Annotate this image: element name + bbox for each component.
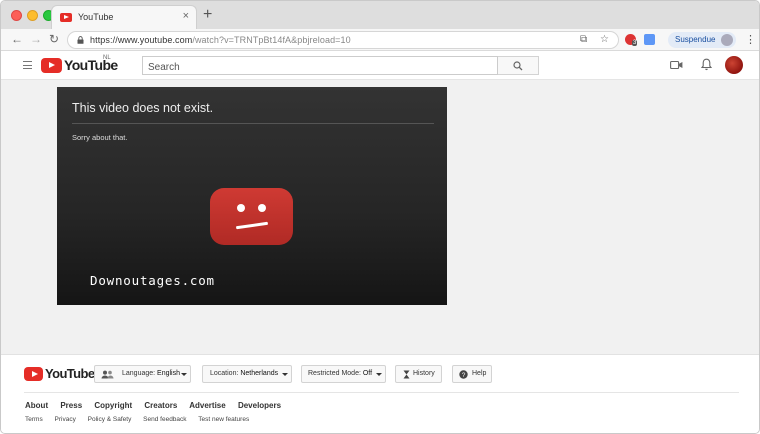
sad-tv-left-eye — [237, 204, 245, 212]
new-tab-button[interactable]: + — [203, 6, 212, 24]
search-field-wrapper — [142, 56, 498, 76]
language-button[interactable]: Language: English — [94, 365, 191, 383]
error-subtitle: Sorry about that. — [72, 133, 128, 142]
browser-menu-icon[interactable]: ⋮ — [745, 33, 756, 46]
youtube-footer: YouTube Language: English Location: Neth… — [1, 354, 759, 433]
footer-primary-links: About Press Copyright Creators Advertise… — [25, 401, 291, 410]
address-bar[interactable]: https://www.youtube.com/watch?v=TRNTpBt1… — [67, 31, 619, 49]
tab-strip: YouTube × + — [1, 1, 759, 29]
footer-link-about[interactable]: About — [25, 401, 48, 410]
location-button[interactable]: Location: Netherlands — [202, 365, 292, 383]
footer-divider — [24, 392, 739, 393]
footer-link-creators[interactable]: Creators — [144, 401, 177, 410]
footer-link-press[interactable]: Press — [60, 401, 82, 410]
history-button[interactable]: History — [395, 365, 442, 383]
restricted-mode-caret-icon — [376, 373, 382, 376]
language-caret-icon — [181, 373, 187, 376]
restricted-mode-label: Restricted Mode: Off — [308, 370, 373, 377]
search-icon — [513, 61, 523, 71]
svg-text:?: ? — [462, 372, 466, 379]
help-question-icon: ? — [459, 370, 468, 379]
footer-secondary-links: Terms Privacy Policy & Safety Send feedb… — [25, 416, 259, 423]
youtube-play-logo-icon — [41, 58, 62, 73]
location-label: Location: Netherlands — [210, 370, 279, 377]
footer-link-terms[interactable]: Terms — [25, 416, 43, 423]
main-content: This video does not exist. Sorry about t… — [1, 80, 759, 354]
sad-tv-error-icon — [210, 188, 293, 245]
language-people-icon — [101, 370, 114, 379]
user-avatar[interactable] — [725, 56, 743, 74]
hourglass-icon — [403, 370, 410, 379]
notifications-bell-icon[interactable] — [701, 58, 712, 71]
footer-link-send-feedback[interactable]: Send feedback — [143, 416, 186, 423]
restricted-mode-button[interactable]: Restricted Mode: Off — [301, 365, 386, 383]
error-title: This video does not exist. — [72, 101, 214, 115]
youtube-favicon-icon — [60, 13, 72, 22]
search-input[interactable] — [143, 59, 497, 76]
region-code: NL — [103, 55, 111, 61]
footer-link-advertise[interactable]: Advertise — [189, 401, 225, 410]
footer-youtube-play-logo-icon — [24, 367, 43, 381]
footer-link-privacy[interactable]: Privacy — [55, 416, 76, 423]
tab-title: YouTube — [78, 12, 114, 22]
location-caret-icon — [282, 373, 288, 376]
tab-youtube[interactable]: YouTube × — [51, 5, 197, 29]
help-label: Help — [472, 370, 487, 377]
history-label: History — [413, 370, 435, 377]
profile-label: Suspendue — [675, 35, 716, 44]
close-window-button[interactable] — [11, 10, 22, 21]
search-button[interactable] — [498, 56, 539, 75]
error-divider — [72, 123, 434, 124]
reload-icon[interactable]: ↻ — [49, 32, 59, 46]
profile-avatar-icon — [721, 34, 733, 46]
url-text: https://www.youtube.com/watch?v=TRNTpBt1… — [90, 35, 351, 45]
footer-link-policy-safety[interactable]: Policy & Safety — [88, 416, 132, 423]
video-player-error: This video does not exist. Sorry about t… — [57, 87, 447, 305]
profile-chip[interactable]: Suspendue — [668, 32, 736, 48]
footer-logo-text: YouTube — [45, 366, 95, 381]
forward-arrow-icon[interactable]: → — [30, 32, 42, 46]
language-label: Language: English — [122, 370, 181, 377]
extension-badge: 3 — [632, 40, 638, 46]
bookmark-star-icon[interactable]: ☆ — [600, 34, 609, 45]
sad-tv-right-eye — [258, 204, 266, 212]
hamburger-menu-icon[interactable] — [23, 61, 32, 69]
upload-video-camera-icon[interactable] — [670, 60, 683, 70]
translate-icon[interactable]: ⧉ — [580, 34, 587, 45]
footer-link-copyright[interactable]: Copyright — [94, 401, 132, 410]
extension-icon[interactable] — [644, 34, 655, 45]
back-arrow-icon[interactable]: ← — [11, 32, 23, 46]
tab-close-icon[interactable]: × — [183, 10, 189, 22]
lock-icon — [77, 36, 84, 44]
footer-link-developers[interactable]: Developers — [238, 401, 281, 410]
browser-toolbar: ← → ↻ https://www.youtube.com/watch?v=TR… — [1, 29, 759, 51]
help-button[interactable]: ? Help — [452, 365, 492, 383]
footer-link-test-new-features[interactable]: Test new features — [198, 416, 249, 423]
watermark-text: Downoutages.com — [90, 273, 215, 288]
youtube-header: YouTube NL — [1, 51, 759, 80]
sad-tv-mouth — [235, 221, 269, 230]
browser-window: YouTube × + ← → ↻ https://www.youtube.co… — [0, 0, 760, 434]
minimize-window-button[interactable] — [27, 10, 38, 21]
